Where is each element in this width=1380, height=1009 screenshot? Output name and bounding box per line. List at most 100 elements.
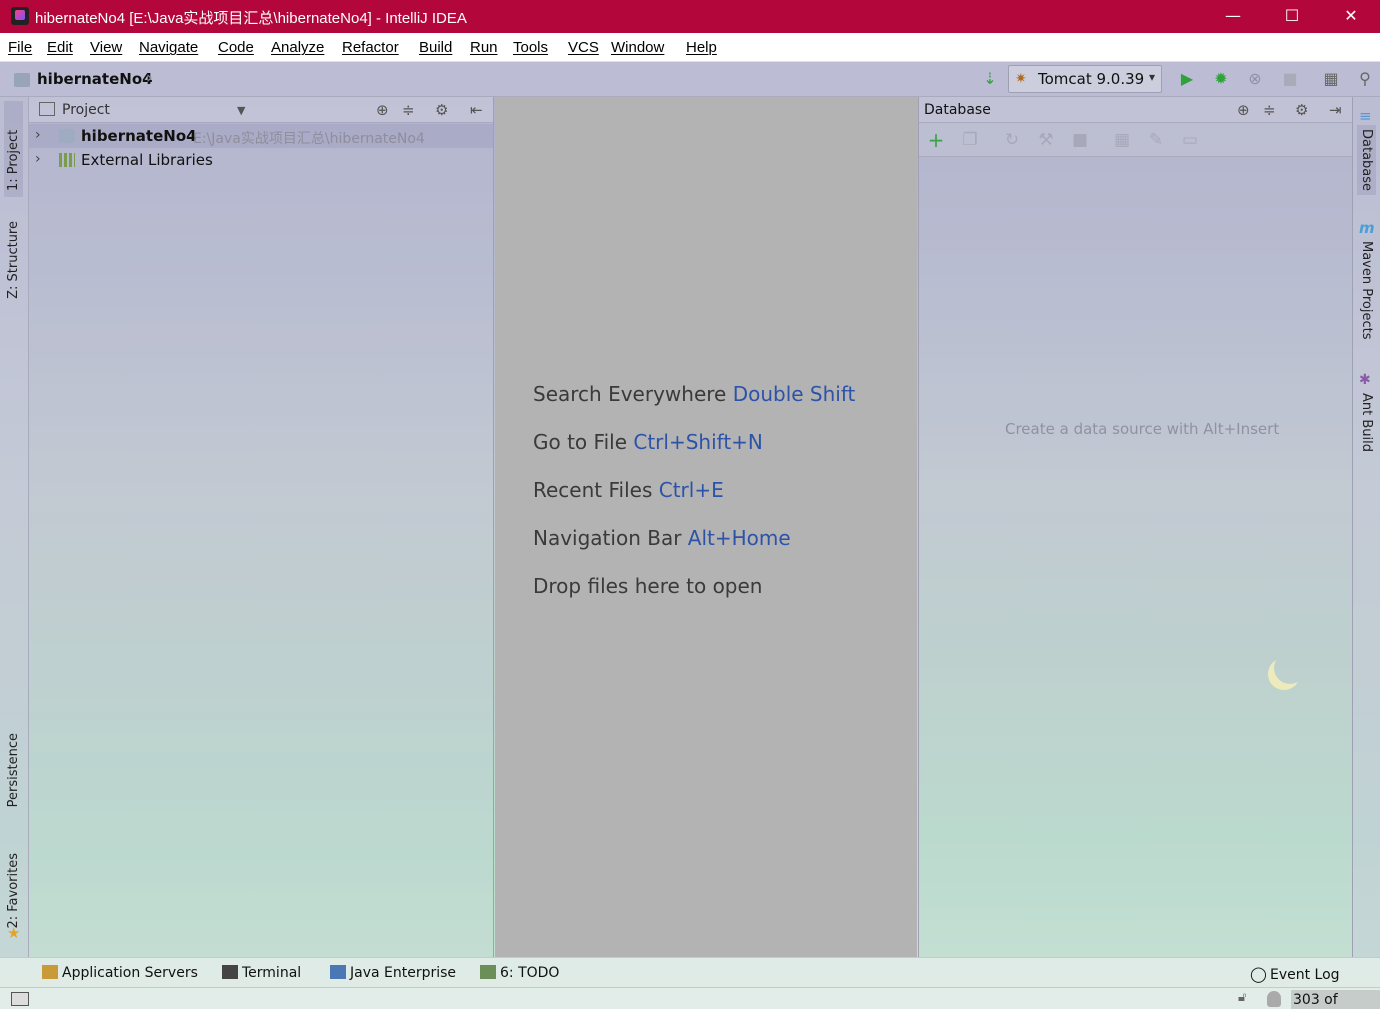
tab-ant-build[interactable]: Ant Build [1357, 391, 1376, 454]
run-configuration-selector[interactable]: ✷ Tomcat 9.0.39 ▾ [1008, 65, 1162, 93]
hint-text: Recent Files [533, 478, 653, 502]
project-panel-header: Project ▼ ⊕ ≑ ⚙ ⇤ [29, 97, 493, 123]
star-icon: ★ [7, 924, 21, 942]
tool-todo[interactable]: 6: TODO [480, 965, 559, 981]
expand-arrow-icon[interactable]: › [35, 151, 41, 167]
editor-empty-area[interactable]: Search Everywhere Double Shift Go to Fil… [495, 97, 917, 957]
debug-icon[interactable]: ✹ [1210, 68, 1232, 90]
add-data-source-icon[interactable]: + [925, 129, 947, 151]
coverage-icon[interactable]: ⊗ [1244, 68, 1266, 90]
event-log-icon: ◯ [1250, 965, 1267, 983]
tab-persistence-label: Persistence [6, 733, 21, 808]
gear-icon[interactable]: ⚙ [435, 101, 448, 119]
run-icon[interactable]: ▶ [1176, 68, 1198, 90]
expand-arrow-icon[interactable]: › [35, 127, 41, 143]
tree-item-external-libraries[interactable]: › External Libraries [29, 148, 493, 172]
database-panel: Database ⊕ ≑ ⚙ ⇥ + ❐ ↻ ⚒ ■ ▦ ✎ ▭ Create … [918, 97, 1353, 957]
gear-icon[interactable]: ⚙ [1295, 101, 1308, 119]
tab-favorites[interactable]: 2: Favorites [4, 847, 23, 935]
tab-favorites-label: 2: Favorites [6, 853, 21, 929]
hint-shortcut: Ctrl+E [658, 478, 724, 502]
database-empty-text: Create a data source with Alt+Insert [1005, 420, 1280, 438]
project-panel-title[interactable]: Project [62, 102, 110, 118]
tool-application-servers[interactable]: Application Servers [42, 965, 198, 981]
locate-icon[interactable]: ⊕ [1237, 101, 1250, 119]
console-icon[interactable]: ▭ [1179, 129, 1201, 151]
menu-vcs[interactable]: VCS [568, 39, 599, 56]
database-panel-header: Database ⊕ ≑ ⚙ ⇥ [919, 97, 1352, 123]
refresh-icon[interactable]: ↻ [1001, 129, 1023, 151]
copy-icon[interactable]: ❐ [959, 129, 981, 151]
tab-database[interactable]: Database [1357, 125, 1376, 196]
search-icon[interactable]: ⚲ [1354, 68, 1376, 90]
tool-java-enterprise[interactable]: Java Enterprise [330, 965, 456, 981]
hint-text: Search Everywhere [533, 382, 727, 406]
hint-shortcut: Alt+Home [687, 526, 791, 550]
edit-icon[interactable]: ✎ [1145, 129, 1167, 151]
project-structure-icon[interactable]: ▦ [1320, 68, 1342, 90]
tool-event-log[interactable]: ◯ Event Log [1250, 965, 1340, 983]
tab-persistence[interactable]: Persistence [4, 727, 23, 813]
menu-help[interactable]: Help [686, 39, 717, 56]
tree-item-label: hibernateNo4 [81, 127, 197, 145]
collapse-all-icon[interactable]: ≑ [1263, 101, 1276, 119]
left-tool-strip: 1: Project Z: Structure Persistence 2: F… [0, 97, 29, 957]
navigation-bar: hibernateNo4 › [0, 62, 1380, 97]
minimize-button[interactable]: — [1204, 0, 1262, 33]
hide-panel-icon[interactable]: ⇥ [1329, 101, 1342, 119]
menu-build[interactable]: Build [419, 39, 452, 56]
stop-icon[interactable]: ■ [1279, 68, 1301, 90]
chevron-down-icon[interactable]: ▼ [237, 104, 245, 117]
menu-refactor[interactable]: Refactor [342, 39, 399, 56]
locate-icon[interactable]: ⊕ [376, 101, 389, 119]
tab-project[interactable]: 1: Project [4, 101, 23, 197]
project-panel: Project ▼ ⊕ ≑ ⚙ ⇤ › hibernateNo4 E:\Java… [29, 97, 494, 957]
database-icon: ≡ [1359, 107, 1372, 125]
tab-maven-projects[interactable]: Maven Projects [1357, 239, 1376, 342]
menu-run[interactable]: Run [470, 39, 498, 56]
terminal-icon [222, 965, 238, 979]
tool-label: Java Enterprise [350, 965, 457, 981]
properties-icon[interactable]: ⚒ [1035, 129, 1057, 151]
hint-shortcut: Ctrl+Shift+N [633, 430, 763, 454]
menu-bar: File Edit View Navigate Code Analyze Ref… [0, 33, 1380, 62]
menu-view[interactable]: View [90, 39, 122, 56]
menu-code[interactable]: Code [218, 39, 254, 56]
hint-shortcut: Double Shift [732, 382, 856, 406]
build-project-icon[interactable]: ⇣ [979, 68, 1001, 90]
menu-navigate[interactable]: Navigate [139, 39, 198, 56]
moon-decoration [1274, 652, 1306, 684]
tab-ant-label: Ant Build [1359, 393, 1374, 452]
tool-terminal[interactable]: Terminal [222, 965, 301, 981]
status-bar: 🔓︎ 303 of 725M [0, 987, 1380, 1009]
hide-panel-icon[interactable]: ⇤ [470, 101, 483, 119]
hint-navigation-bar: Navigation Bar Alt+Home [533, 526, 791, 550]
menu-edit[interactable]: Edit [47, 39, 73, 56]
stop-icon[interactable]: ■ [1069, 129, 1091, 151]
library-icon [59, 153, 75, 167]
menu-file[interactable]: File [8, 39, 32, 56]
hint-text: Drop files here to open [533, 574, 763, 598]
tool-windows-toggle-icon[interactable] [11, 992, 29, 1006]
window-title: hibernateNo4 [E:\Java实战项目汇总\hibernateNo4… [35, 10, 467, 27]
app-servers-icon [42, 965, 58, 979]
maven-icon: m [1359, 219, 1375, 237]
collapse-all-icon[interactable]: ≑ [402, 101, 415, 119]
tab-structure[interactable]: Z: Structure [4, 215, 23, 305]
intellij-icon [11, 7, 29, 25]
breadcrumb-project[interactable]: hibernateNo4 [37, 70, 153, 88]
menu-analyze[interactable]: Analyze [271, 39, 324, 56]
lock-icon[interactable]: 🔓︎ [1238, 990, 1246, 1005]
breadcrumb-chevron-icon: › [146, 68, 153, 88]
tree-item-project[interactable]: › hibernateNo4 E:\Java实战项目汇总\hibernateNo… [29, 124, 493, 148]
title-bar: hibernateNo4 [E:\Java实战项目汇总\hibernateNo4… [0, 0, 1380, 33]
maximize-button[interactable]: ☐ [1263, 0, 1321, 33]
tool-label: Event Log [1270, 967, 1340, 983]
hector-icon[interactable] [1267, 991, 1281, 1007]
table-icon[interactable]: ▦ [1111, 129, 1133, 151]
menu-window[interactable]: Window [611, 39, 664, 56]
menu-tools[interactable]: Tools [513, 39, 548, 56]
database-toolbar: + ❐ ↻ ⚒ ■ ▦ ✎ ▭ [919, 123, 1352, 157]
memory-indicator[interactable]: 303 of 725M [1291, 990, 1380, 1009]
close-button[interactable]: ✕ [1322, 0, 1380, 33]
